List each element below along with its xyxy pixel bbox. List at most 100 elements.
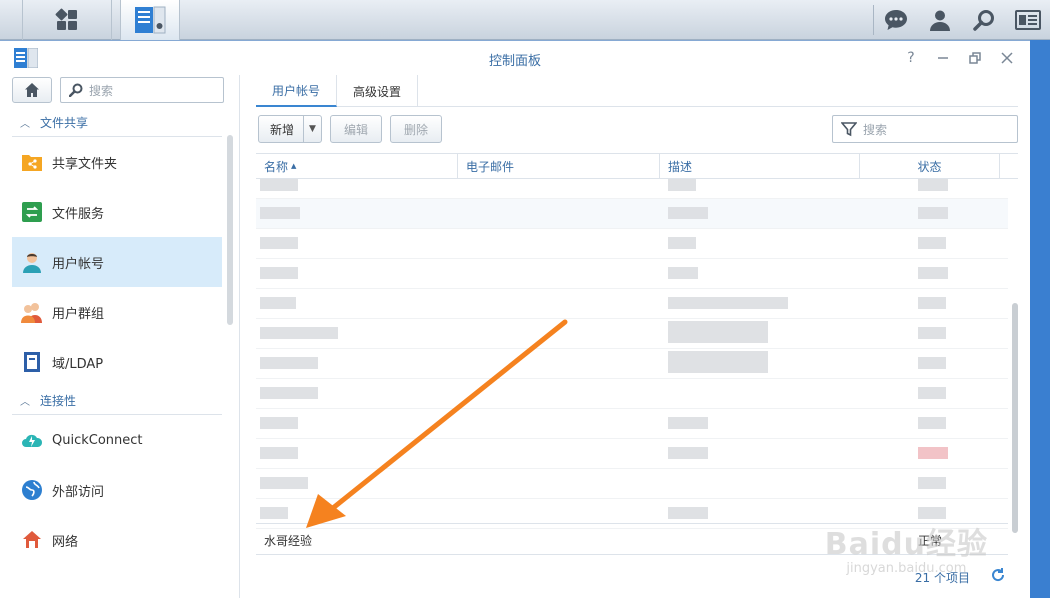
- external-access-icon: [20, 478, 44, 502]
- close-icon: [1001, 52, 1013, 64]
- new-dropdown-toggle[interactable]: ▼: [303, 116, 321, 142]
- filter-search-input[interactable]: 搜索: [832, 115, 1018, 143]
- refresh-icon: [992, 568, 1005, 582]
- user-silhouette-icon: [930, 10, 950, 31]
- table-row[interactable]: [256, 229, 1008, 259]
- column-email[interactable]: 电子邮件: [458, 154, 660, 178]
- chevron-up-icon: ︿: [20, 397, 30, 408]
- taskbar-control-panel-button[interactable]: [120, 0, 180, 40]
- tab-user-account[interactable]: 用户帐号: [256, 75, 338, 107]
- user-menu-button[interactable]: [918, 0, 962, 40]
- new-button[interactable]: 新增 ▼: [258, 115, 322, 143]
- toolbar: 新增 ▼ 编辑 删除 搜索: [256, 115, 1018, 143]
- sidebar-scrollbar[interactable]: [227, 135, 233, 325]
- table-row[interactable]: [256, 409, 1008, 439]
- sidebar-item-shared-folder[interactable]: 共享文件夹: [12, 137, 222, 187]
- filter-search-placeholder: 搜索: [863, 122, 888, 137]
- user-icon: [20, 250, 44, 274]
- table-row[interactable]: [256, 179, 1008, 199]
- sidebar-item-label: 网络: [52, 534, 79, 550]
- sidebar: 搜索 ︿ 文件共享 共享文件夹 文件服务 用户帐号 用户群组 域/LDAP ︿ …: [0, 75, 240, 598]
- quickconnect-icon: [20, 428, 44, 452]
- home-icon: [25, 83, 39, 97]
- tab-advanced-settings[interactable]: 高级设置: [337, 75, 419, 107]
- tab-bar: 用户帐号 高级设置: [256, 75, 1018, 107]
- search-icon: [69, 83, 83, 97]
- sidebar-item-label: QuickConnect: [52, 432, 143, 448]
- sidebar-item-user-group[interactable]: 用户群组: [12, 287, 222, 337]
- help-button[interactable]: ?: [902, 49, 920, 67]
- table-row[interactable]: [256, 199, 1008, 229]
- watermark: Baidu经验 jingyan.baidu.com: [825, 519, 988, 576]
- chevron-down-icon: ▼: [309, 124, 316, 134]
- column-description[interactable]: 描述: [660, 154, 860, 178]
- help-icon: ?: [907, 50, 915, 66]
- grid-menu-icon: [55, 8, 77, 30]
- window-titlebar[interactable]: 控制面板 ?: [0, 41, 1030, 75]
- file-services-icon: [20, 200, 44, 224]
- delete-button[interactable]: 删除: [390, 115, 442, 143]
- sort-ascending-icon: ▲: [291, 162, 297, 170]
- sidebar-item-ldap[interactable]: 域/LDAP: [12, 337, 222, 387]
- network-icon: [20, 528, 44, 552]
- edit-button[interactable]: 编辑: [330, 115, 382, 143]
- table-header: 名称 ▲ 电子邮件 描述 状态: [256, 153, 1018, 179]
- shared-folder-icon: [20, 150, 44, 174]
- home-button[interactable]: [12, 77, 52, 103]
- control-panel-app-icon: [135, 6, 166, 34]
- table-row[interactable]: [256, 289, 1008, 319]
- watermark-brand: Baidu经验: [824, 527, 988, 562]
- section-label: 连接性: [40, 394, 77, 408]
- filter-icon: [841, 122, 857, 137]
- ldap-icon: [20, 350, 44, 374]
- table-row[interactable]: [256, 469, 1008, 499]
- table-row[interactable]: [256, 379, 1008, 409]
- table-scrollbar[interactable]: [1012, 303, 1018, 533]
- sidebar-search-input[interactable]: 搜索: [60, 77, 224, 103]
- sidebar-item-user-account[interactable]: 用户帐号: [12, 237, 222, 287]
- table-row[interactable]: [256, 439, 1008, 469]
- sidebar-item-external-access[interactable]: 外部访问: [12, 465, 222, 515]
- column-name[interactable]: 名称 ▲: [256, 154, 458, 178]
- minimize-button[interactable]: [934, 49, 952, 67]
- section-label: 文件共享: [40, 116, 89, 130]
- window-title: 控制面板: [488, 54, 541, 69]
- section-connectivity[interactable]: ︿ 连接性: [12, 387, 222, 415]
- sidebar-item-label: 外部访问: [52, 484, 105, 500]
- table-rows-redacted: [256, 179, 1008, 529]
- main-menu-button[interactable]: [22, 0, 112, 40]
- group-icon: [20, 300, 44, 324]
- sidebar-item-label: 域/LDAP: [52, 356, 104, 372]
- sidebar-item-file-services[interactable]: 文件服务: [12, 187, 222, 237]
- chat-bubble-icon: [885, 10, 907, 30]
- restore-button[interactable]: [966, 49, 984, 67]
- table-row[interactable]: [256, 349, 1008, 379]
- widgets-button[interactable]: [1006, 0, 1050, 40]
- table-row[interactable]: [256, 319, 1008, 349]
- new-button-label: 新增: [269, 122, 294, 137]
- column-label: 名称: [264, 159, 289, 174]
- sidebar-item-quickconnect[interactable]: QuickConnect: [12, 415, 222, 465]
- id-card-icon: [1015, 10, 1041, 30]
- taskbar: [0, 0, 1050, 40]
- control-panel-window: 控制面板 ? 搜索 ︿ 文件共享 共享文件夹 文件服务 用户帐号 用户群组 域/…: [0, 40, 1030, 598]
- cell-user-name: 水哥经验: [264, 534, 313, 548]
- column-status[interactable]: 状态: [860, 154, 1000, 178]
- watermark-site: jingyan.baidu.com: [846, 561, 967, 576]
- sidebar-item-label: 用户群组: [52, 306, 105, 322]
- restore-icon: [969, 52, 981, 64]
- sidebar-search-placeholder: 搜索: [89, 83, 114, 98]
- search-icon: [973, 10, 994, 31]
- sidebar-item-label: 用户帐号: [52, 256, 105, 272]
- refresh-button[interactable]: [990, 567, 1006, 586]
- table-row[interactable]: [256, 259, 1008, 289]
- minimize-icon: [938, 57, 948, 59]
- section-file-sharing[interactable]: ︿ 文件共享: [12, 109, 222, 137]
- notifications-button[interactable]: [874, 0, 918, 40]
- sidebar-item-label: 文件服务: [52, 206, 105, 222]
- close-button[interactable]: [998, 49, 1016, 67]
- search-button[interactable]: [962, 0, 1006, 40]
- chevron-up-icon: ︿: [20, 119, 30, 130]
- sidebar-item-network[interactable]: 网络: [12, 515, 222, 565]
- sidebar-item-label: 共享文件夹: [52, 156, 118, 172]
